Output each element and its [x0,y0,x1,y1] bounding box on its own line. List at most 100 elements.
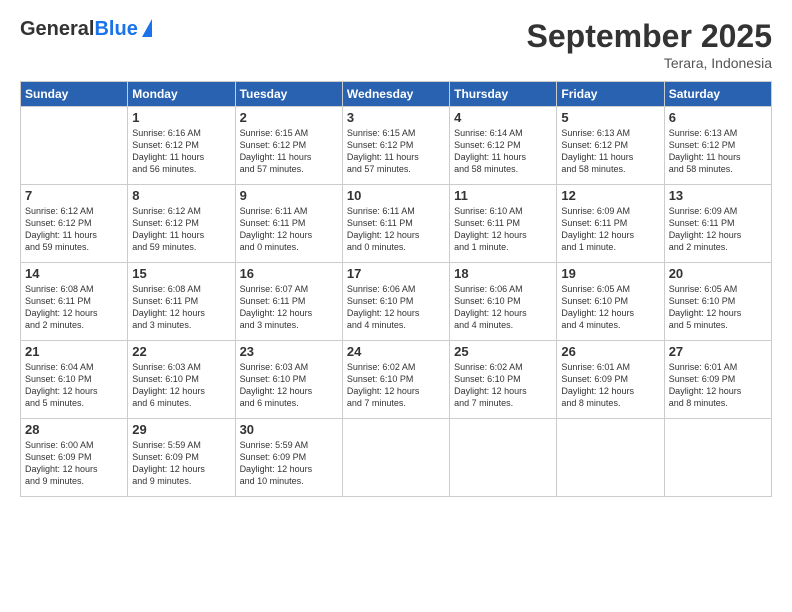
cell-info: Sunrise: 6:09 AM Sunset: 6:11 PM Dayligh… [561,205,659,254]
cell-info: Sunrise: 5:59 AM Sunset: 6:09 PM Dayligh… [132,439,230,488]
day-number: 8 [132,188,230,203]
page: General Blue September 2025 Terara, Indo… [0,0,792,612]
day-number: 2 [240,110,338,125]
day-number: 5 [561,110,659,125]
col-monday: Monday [128,82,235,107]
day-number: 14 [25,266,123,281]
month-title: September 2025 [527,18,772,55]
cell-info: Sunrise: 6:11 AM Sunset: 6:11 PM Dayligh… [240,205,338,254]
cell-info: Sunrise: 6:11 AM Sunset: 6:11 PM Dayligh… [347,205,445,254]
col-friday: Friday [557,82,664,107]
table-row: 8 Sunrise: 6:12 AM Sunset: 6:12 PM Daylig… [128,185,235,263]
calendar-week-row: 14 Sunrise: 6:08 AM Sunset: 6:11 PM Dayli… [21,263,772,341]
location-text: Terara, Indonesia [527,55,772,71]
table-row: 9 Sunrise: 6:11 AM Sunset: 6:11 PM Daylig… [235,185,342,263]
table-row: 27Sunrise: 6:01 AM Sunset: 6:09 PM Dayli… [664,341,771,419]
day-number: 20 [669,266,767,281]
cell-info: Sunrise: 6:05 AM Sunset: 6:10 PM Dayligh… [561,283,659,332]
day-number: 10 [347,188,445,203]
cell-info: Sunrise: 6:03 AM Sunset: 6:10 PM Dayligh… [132,361,230,410]
day-number: 3 [347,110,445,125]
cell-info: Sunrise: 6:07 AM Sunset: 6:11 PM Dayligh… [240,283,338,332]
table-row: 2 Sunrise: 6:15 AM Sunset: 6:12 PM Daylig… [235,107,342,185]
logo-general-text: General [20,18,94,41]
table-row: 30Sunrise: 5:59 AM Sunset: 6:09 PM Dayli… [235,419,342,497]
cell-info: Sunrise: 6:01 AM Sunset: 6:09 PM Dayligh… [669,361,767,410]
logo-triangle-icon [142,19,152,37]
table-row: 19Sunrise: 6:05 AM Sunset: 6:10 PM Dayli… [557,263,664,341]
day-number: 15 [132,266,230,281]
cell-info: Sunrise: 6:09 AM Sunset: 6:11 PM Dayligh… [669,205,767,254]
cell-info: Sunrise: 6:05 AM Sunset: 6:10 PM Dayligh… [669,283,767,332]
cell-info: Sunrise: 6:02 AM Sunset: 6:10 PM Dayligh… [347,361,445,410]
day-number: 22 [132,344,230,359]
day-number: 21 [25,344,123,359]
cell-info: Sunrise: 6:00 AM Sunset: 6:09 PM Dayligh… [25,439,123,488]
cell-info: Sunrise: 6:04 AM Sunset: 6:10 PM Dayligh… [25,361,123,410]
calendar-week-row: 7 Sunrise: 6:12 AM Sunset: 6:12 PM Daylig… [21,185,772,263]
header: General Blue September 2025 Terara, Indo… [20,18,772,71]
cell-info: Sunrise: 6:10 AM Sunset: 6:11 PM Dayligh… [454,205,552,254]
table-row [664,419,771,497]
table-row: 28 Sunrise: 6:00 AM Sunset: 6:09 PM Dayli… [21,419,128,497]
cell-info: Sunrise: 6:12 AM Sunset: 6:12 PM Dayligh… [132,205,230,254]
day-number: 13 [669,188,767,203]
day-number: 24 [347,344,445,359]
table-row [21,107,128,185]
table-row: 10 Sunrise: 6:11 AM Sunset: 6:11 PM Dayli… [342,185,449,263]
day-number: 16 [240,266,338,281]
logo: General Blue [20,18,152,41]
cell-info: Sunrise: 6:15 AM Sunset: 6:12 PM Dayligh… [347,127,445,176]
cell-info: Sunrise: 6:12 AM Sunset: 6:12 PM Dayligh… [25,205,123,254]
table-row [450,419,557,497]
day-number: 25 [454,344,552,359]
cell-info: Sunrise: 6:03 AM Sunset: 6:10 PM Dayligh… [240,361,338,410]
table-row: 15Sunrise: 6:08 AM Sunset: 6:11 PM Dayli… [128,263,235,341]
table-row: 4 Sunrise: 6:14 AM Sunset: 6:12 PM Daylig… [450,107,557,185]
day-number: 7 [25,188,123,203]
table-row: 20 Sunrise: 6:05 AM Sunset: 6:10 PM Dayli… [664,263,771,341]
day-number: 29 [132,422,230,437]
day-number: 11 [454,188,552,203]
day-number: 26 [561,344,659,359]
cell-info: Sunrise: 6:14 AM Sunset: 6:12 PM Dayligh… [454,127,552,176]
table-row: 26 Sunrise: 6:01 AM Sunset: 6:09 PM Dayli… [557,341,664,419]
table-row: 3 Sunrise: 6:15 AM Sunset: 6:12 PM Daylig… [342,107,449,185]
day-number: 1 [132,110,230,125]
table-row: 1Sunrise: 6:16 AM Sunset: 6:12 PM Daylig… [128,107,235,185]
day-number: 23 [240,344,338,359]
cell-info: Sunrise: 5:59 AM Sunset: 6:09 PM Dayligh… [240,439,338,488]
cell-info: Sunrise: 6:08 AM Sunset: 6:11 PM Dayligh… [25,283,123,332]
day-number: 17 [347,266,445,281]
day-number: 18 [454,266,552,281]
calendar-week-row: 1Sunrise: 6:16 AM Sunset: 6:12 PM Daylig… [21,107,772,185]
day-number: 4 [454,110,552,125]
table-row: 7 Sunrise: 6:12 AM Sunset: 6:12 PM Daylig… [21,185,128,263]
title-block: September 2025 Terara, Indonesia [527,18,772,71]
calendar-header-row: Sunday Monday Tuesday Wednesday Thursday… [21,82,772,107]
col-saturday: Saturday [664,82,771,107]
table-row: 29 Sunrise: 5:59 AM Sunset: 6:09 PM Dayli… [128,419,235,497]
table-row: 16 Sunrise: 6:07 AM Sunset: 6:11 PM Dayli… [235,263,342,341]
calendar-table: Sunday Monday Tuesday Wednesday Thursday… [20,81,772,497]
day-number: 6 [669,110,767,125]
calendar-week-row: 21 Sunrise: 6:04 AM Sunset: 6:10 PM Dayli… [21,341,772,419]
logo-blue-text: Blue [94,18,137,41]
cell-info: Sunrise: 6:01 AM Sunset: 6:09 PM Dayligh… [561,361,659,410]
cell-info: Sunrise: 6:06 AM Sunset: 6:10 PM Dayligh… [347,283,445,332]
cell-info: Sunrise: 6:06 AM Sunset: 6:10 PM Dayligh… [454,283,552,332]
table-row: 17 Sunrise: 6:06 AM Sunset: 6:10 PM Dayli… [342,263,449,341]
table-row [557,419,664,497]
table-row: 21 Sunrise: 6:04 AM Sunset: 6:10 PM Dayli… [21,341,128,419]
cell-info: Sunrise: 6:13 AM Sunset: 6:12 PM Dayligh… [561,127,659,176]
col-sunday: Sunday [21,82,128,107]
table-row: 13 Sunrise: 6:09 AM Sunset: 6:11 PM Dayli… [664,185,771,263]
calendar-week-row: 28 Sunrise: 6:00 AM Sunset: 6:09 PM Dayli… [21,419,772,497]
table-row: 24 Sunrise: 6:02 AM Sunset: 6:10 PM Dayli… [342,341,449,419]
col-wednesday: Wednesday [342,82,449,107]
table-row: 11 Sunrise: 6:10 AM Sunset: 6:11 PM Dayli… [450,185,557,263]
day-number: 9 [240,188,338,203]
table-row: 5 Sunrise: 6:13 AM Sunset: 6:12 PM Daylig… [557,107,664,185]
cell-info: Sunrise: 6:15 AM Sunset: 6:12 PM Dayligh… [240,127,338,176]
day-number: 28 [25,422,123,437]
